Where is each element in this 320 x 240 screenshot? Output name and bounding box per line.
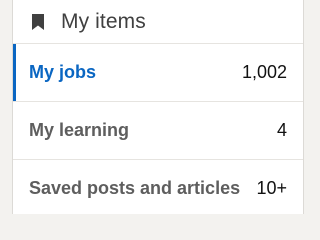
bookmark-icon [29,11,47,33]
item-label: My learning [29,120,130,140]
item-saved-posts-and-articles[interactable]: Saved posts and articles 10+ [13,160,303,214]
item-count: 1,002 [241,62,287,82]
my-items-title: My items [61,9,146,33]
item-my-learning[interactable]: My learning 4 [13,102,303,160]
item-count: 10+ [256,178,287,198]
item-my-jobs[interactable]: My jobs 1,002 [13,44,303,102]
item-label: Saved posts and articles [29,178,241,198]
item-label: My jobs [29,62,97,82]
item-count: 4 [276,120,287,140]
my-items-card: My items My jobs 1,002 My learning 4 Sav… [12,0,304,214]
my-items-header: My items [13,0,303,44]
